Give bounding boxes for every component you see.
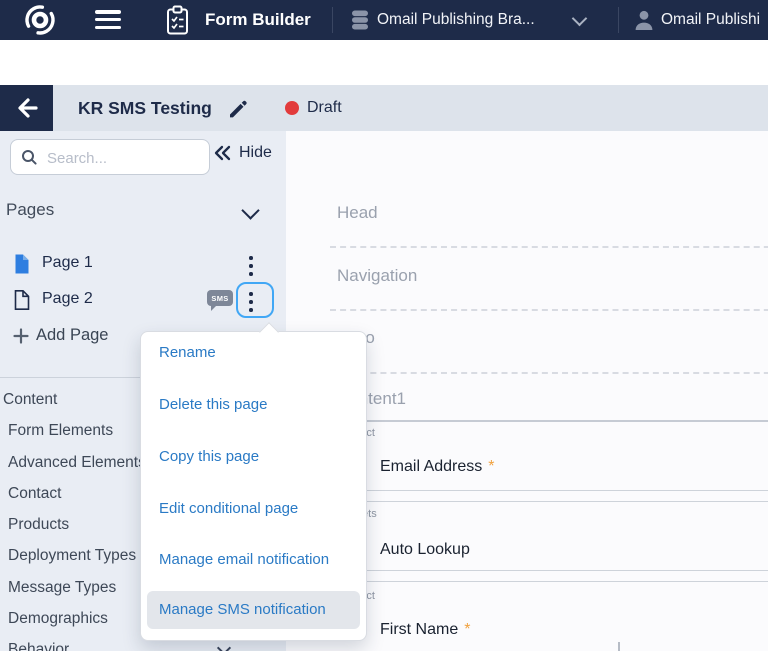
search-icon xyxy=(21,149,38,166)
user-name[interactable]: Omail Publishi xyxy=(661,0,768,40)
hamburger-menu-icon[interactable] xyxy=(95,10,121,29)
draft-status-label: Draft xyxy=(307,85,342,131)
hide-panel-button[interactable]: Hide xyxy=(214,144,272,162)
database-icon xyxy=(349,9,371,31)
card-field-label: Auto Lookup xyxy=(380,541,476,559)
form-header: KR SMS Testing Draft xyxy=(0,85,768,131)
hide-label: Hide xyxy=(239,144,272,162)
menu-item-delete-page[interactable]: Delete this page xyxy=(141,385,366,425)
draft-status-dot xyxy=(285,101,299,115)
topbar-divider xyxy=(618,7,619,33)
page-row-1[interactable]: Page 1 xyxy=(0,251,286,281)
required-asterisk: * xyxy=(488,458,494,475)
add-page-label: Add Page xyxy=(36,326,108,345)
page-context-menu: Rename Delete this page Copy this page E… xyxy=(140,331,367,641)
form-builder-clipboard-icon xyxy=(164,5,191,36)
form-field-card[interactable]: Contact Email Address* xyxy=(330,422,768,491)
user-icon xyxy=(633,9,655,31)
page-label[interactable]: Page 2 xyxy=(42,290,93,308)
section-divider xyxy=(330,309,768,311)
card-field-label: Email Address* xyxy=(380,458,495,476)
back-arrow-icon xyxy=(12,93,42,123)
required-asterisk: * xyxy=(464,621,470,638)
section-divider xyxy=(330,372,768,374)
menu-item-copy-page[interactable]: Copy this page xyxy=(141,437,366,477)
page-filled-icon xyxy=(14,254,30,274)
brand-dropdown[interactable]: Omail Publishing Bra... xyxy=(377,0,535,40)
form-field-card[interactable]: Widgets Auto Lookup xyxy=(330,501,768,571)
pages-label: Pages xyxy=(6,200,54,220)
pages-section-header[interactable]: Pages xyxy=(0,200,286,226)
menu-item-manage-email-notification[interactable]: Manage email notification xyxy=(141,540,366,580)
menu-item-rename[interactable]: Rename xyxy=(141,333,366,373)
plus-icon xyxy=(13,328,29,344)
page-label[interactable]: Page 1 xyxy=(42,254,93,272)
sms-notification-badge: SMS xyxy=(207,290,233,306)
app-title: Form Builder xyxy=(205,0,311,40)
top-bar: Form Builder Omail Publishing Bra... Oma… xyxy=(0,0,768,40)
section-head[interactable]: Head xyxy=(337,203,378,223)
menu-item-edit-conditional-page[interactable]: Edit conditional page xyxy=(141,489,366,529)
page-outline-icon xyxy=(14,290,30,310)
menu-item-manage-sms-notification[interactable]: Manage SMS notification xyxy=(147,591,360,629)
pages-chevron-down-icon[interactable] xyxy=(241,201,259,219)
section-navigation[interactable]: Navigation xyxy=(337,266,417,286)
topbar-divider xyxy=(332,7,333,33)
search-box xyxy=(10,139,210,175)
form-builder-screen: Form Builder Omail Publishing Bra... Oma… xyxy=(0,0,768,651)
back-button[interactable] xyxy=(0,85,53,131)
section-divider xyxy=(330,246,768,248)
page1-kebab-menu-icon[interactable] xyxy=(249,256,253,276)
edit-pencil-icon[interactable] xyxy=(227,97,250,120)
form-title: KR SMS Testing xyxy=(78,85,212,131)
omeda-logo-icon[interactable] xyxy=(22,2,58,38)
form-field-card[interactable]: Contact First Name* xyxy=(330,581,768,651)
card-inner-divider xyxy=(618,642,620,651)
double-chevron-left-icon xyxy=(214,145,232,161)
kebab-active-highlight xyxy=(236,282,274,318)
card-field-label: First Name* xyxy=(380,621,470,639)
search-input[interactable] xyxy=(45,141,207,175)
brand-chevron-down-icon[interactable] xyxy=(572,11,588,27)
